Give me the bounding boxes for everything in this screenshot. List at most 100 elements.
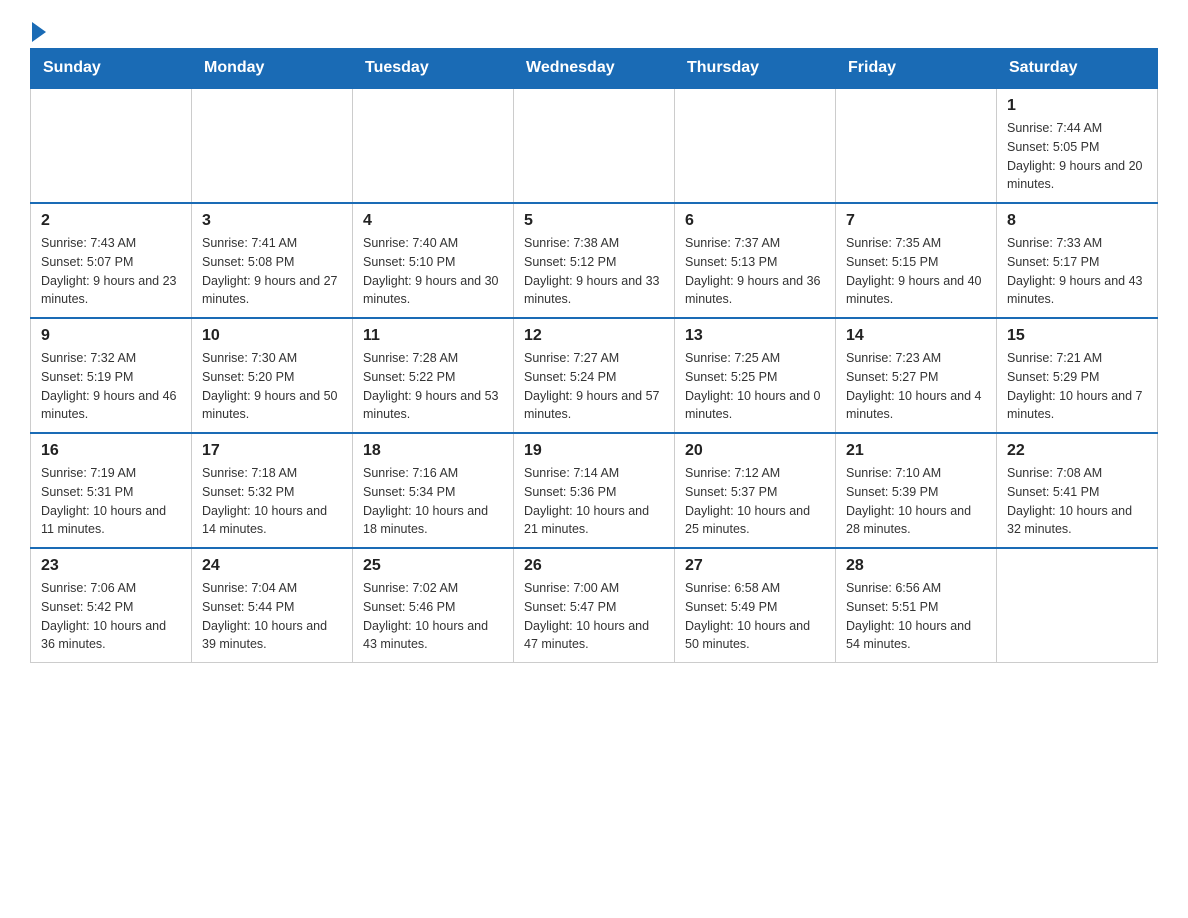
day-info: Sunrise: 7:08 AM Sunset: 5:41 PM Dayligh… xyxy=(1007,464,1147,539)
day-info: Sunrise: 7:12 AM Sunset: 5:37 PM Dayligh… xyxy=(685,464,825,539)
calendar-cell: 11 Sunrise: 7:28 AM Sunset: 5:22 PM Dayli… xyxy=(353,318,514,433)
calendar-cell xyxy=(997,548,1158,663)
calendar-cell xyxy=(675,88,836,203)
calendar-cell: 24 Sunrise: 7:04 AM Sunset: 5:44 PM Dayli… xyxy=(192,548,353,663)
day-number: 25 xyxy=(363,557,503,575)
day-info: Sunrise: 7:35 AM Sunset: 5:15 PM Dayligh… xyxy=(846,234,986,309)
day-info: Sunrise: 7:28 AM Sunset: 5:22 PM Dayligh… xyxy=(363,349,503,424)
day-info: Sunrise: 7:27 AM Sunset: 5:24 PM Dayligh… xyxy=(524,349,664,424)
day-info: Sunrise: 7:30 AM Sunset: 5:20 PM Dayligh… xyxy=(202,349,342,424)
day-number: 13 xyxy=(685,327,825,345)
calendar-cell: 5 Sunrise: 7:38 AM Sunset: 5:12 PM Daylig… xyxy=(514,203,675,318)
calendar-cell xyxy=(353,88,514,203)
day-number: 5 xyxy=(524,212,664,230)
day-info: Sunrise: 7:10 AM Sunset: 5:39 PM Dayligh… xyxy=(846,464,986,539)
day-info: Sunrise: 7:02 AM Sunset: 5:46 PM Dayligh… xyxy=(363,579,503,654)
day-number: 22 xyxy=(1007,442,1147,460)
day-info: Sunrise: 7:32 AM Sunset: 5:19 PM Dayligh… xyxy=(41,349,181,424)
day-number: 14 xyxy=(846,327,986,345)
page-header xyxy=(30,20,1158,38)
calendar-week-4: 23 Sunrise: 7:06 AM Sunset: 5:42 PM Dayli… xyxy=(31,548,1158,663)
calendar-cell: 23 Sunrise: 7:06 AM Sunset: 5:42 PM Dayli… xyxy=(31,548,192,663)
day-info: Sunrise: 7:33 AM Sunset: 5:17 PM Dayligh… xyxy=(1007,234,1147,309)
day-number: 19 xyxy=(524,442,664,460)
calendar-week-2: 9 Sunrise: 7:32 AM Sunset: 5:19 PM Daylig… xyxy=(31,318,1158,433)
header-row: SundayMondayTuesdayWednesdayThursdayFrid… xyxy=(31,49,1158,89)
calendar-cell: 6Sunrise: 7:37 AM Sunset: 5:13 PM Daylig… xyxy=(675,203,836,318)
calendar-cell: 1 Sunrise: 7:44 AM Sunset: 5:05 PM Daylig… xyxy=(997,88,1158,203)
calendar-cell: 19Sunrise: 7:14 AM Sunset: 5:36 PM Dayli… xyxy=(514,433,675,548)
day-number: 24 xyxy=(202,557,342,575)
day-number: 12 xyxy=(524,327,664,345)
calendar-cell: 7 Sunrise: 7:35 AM Sunset: 5:15 PM Daylig… xyxy=(836,203,997,318)
day-number: 20 xyxy=(685,442,825,460)
day-info: Sunrise: 7:18 AM Sunset: 5:32 PM Dayligh… xyxy=(202,464,342,539)
day-number: 21 xyxy=(846,442,986,460)
calendar-cell: 13 Sunrise: 7:25 AM Sunset: 5:25 PM Dayli… xyxy=(675,318,836,433)
calendar-cell: 17 Sunrise: 7:18 AM Sunset: 5:32 PM Dayli… xyxy=(192,433,353,548)
day-info: Sunrise: 7:43 AM Sunset: 5:07 PM Dayligh… xyxy=(41,234,181,309)
calendar-cell: 8 Sunrise: 7:33 AM Sunset: 5:17 PM Daylig… xyxy=(997,203,1158,318)
calendar-cell: 3Sunrise: 7:41 AM Sunset: 5:08 PM Daylig… xyxy=(192,203,353,318)
day-number: 26 xyxy=(524,557,664,575)
calendar-cell xyxy=(514,88,675,203)
day-info: Sunrise: 6:58 AM Sunset: 5:49 PM Dayligh… xyxy=(685,579,825,654)
calendar-cell: 21 Sunrise: 7:10 AM Sunset: 5:39 PM Dayli… xyxy=(836,433,997,548)
day-info: Sunrise: 7:44 AM Sunset: 5:05 PM Dayligh… xyxy=(1007,119,1147,194)
day-info: Sunrise: 7:38 AM Sunset: 5:12 PM Dayligh… xyxy=(524,234,664,309)
day-number: 15 xyxy=(1007,327,1147,345)
day-info: Sunrise: 7:04 AM Sunset: 5:44 PM Dayligh… xyxy=(202,579,342,654)
calendar-cell xyxy=(31,88,192,203)
calendar-week-3: 16Sunrise: 7:19 AM Sunset: 5:31 PM Dayli… xyxy=(31,433,1158,548)
calendar-cell: 12 Sunrise: 7:27 AM Sunset: 5:24 PM Dayli… xyxy=(514,318,675,433)
day-number: 2 xyxy=(41,212,181,230)
day-info: Sunrise: 7:21 AM Sunset: 5:29 PM Dayligh… xyxy=(1007,349,1147,424)
day-number: 27 xyxy=(685,557,825,575)
header-friday: Friday xyxy=(836,49,997,89)
calendar-cell: 15 Sunrise: 7:21 AM Sunset: 5:29 PM Dayli… xyxy=(997,318,1158,433)
day-number: 8 xyxy=(1007,212,1147,230)
day-number: 7 xyxy=(846,212,986,230)
header-saturday: Saturday xyxy=(997,49,1158,89)
day-number: 23 xyxy=(41,557,181,575)
day-number: 18 xyxy=(363,442,503,460)
day-info: Sunrise: 7:16 AM Sunset: 5:34 PM Dayligh… xyxy=(363,464,503,539)
calendar-cell: 4 Sunrise: 7:40 AM Sunset: 5:10 PM Daylig… xyxy=(353,203,514,318)
day-number: 9 xyxy=(41,327,181,345)
logo xyxy=(30,20,46,38)
header-wednesday: Wednesday xyxy=(514,49,675,89)
calendar-cell: 9 Sunrise: 7:32 AM Sunset: 5:19 PM Daylig… xyxy=(31,318,192,433)
calendar-cell: 10 Sunrise: 7:30 AM Sunset: 5:20 PM Dayli… xyxy=(192,318,353,433)
calendar-cell: 18 Sunrise: 7:16 AM Sunset: 5:34 PM Dayli… xyxy=(353,433,514,548)
calendar-cell: 20 Sunrise: 7:12 AM Sunset: 5:37 PM Dayli… xyxy=(675,433,836,548)
calendar-cell: 2 Sunrise: 7:43 AM Sunset: 5:07 PM Daylig… xyxy=(31,203,192,318)
header-tuesday: Tuesday xyxy=(353,49,514,89)
calendar-cell: 27 Sunrise: 6:58 AM Sunset: 5:49 PM Dayli… xyxy=(675,548,836,663)
day-number: 4 xyxy=(363,212,503,230)
day-info: Sunrise: 6:56 AM Sunset: 5:51 PM Dayligh… xyxy=(846,579,986,654)
calendar-cell: 22 Sunrise: 7:08 AM Sunset: 5:41 PM Dayli… xyxy=(997,433,1158,548)
day-number: 11 xyxy=(363,327,503,345)
calendar-header: SundayMondayTuesdayWednesdayThursdayFrid… xyxy=(31,49,1158,89)
day-info: Sunrise: 7:19 AM Sunset: 5:31 PM Dayligh… xyxy=(41,464,181,539)
day-number: 17 xyxy=(202,442,342,460)
calendar-cell: 25 Sunrise: 7:02 AM Sunset: 5:46 PM Dayli… xyxy=(353,548,514,663)
day-info: Sunrise: 7:25 AM Sunset: 5:25 PM Dayligh… xyxy=(685,349,825,424)
day-info: Sunrise: 7:41 AM Sunset: 5:08 PM Dayligh… xyxy=(202,234,342,309)
day-number: 28 xyxy=(846,557,986,575)
day-number: 1 xyxy=(1007,97,1147,115)
calendar-cell: 14 Sunrise: 7:23 AM Sunset: 5:27 PM Dayli… xyxy=(836,318,997,433)
calendar-cell: 28 Sunrise: 6:56 AM Sunset: 5:51 PM Dayli… xyxy=(836,548,997,663)
header-sunday: Sunday xyxy=(31,49,192,89)
calendar-cell xyxy=(836,88,997,203)
calendar-cell: 16Sunrise: 7:19 AM Sunset: 5:31 PM Dayli… xyxy=(31,433,192,548)
header-monday: Monday xyxy=(192,49,353,89)
calendar-cell: 26 Sunrise: 7:00 AM Sunset: 5:47 PM Dayli… xyxy=(514,548,675,663)
day-info: Sunrise: 7:40 AM Sunset: 5:10 PM Dayligh… xyxy=(363,234,503,309)
calendar-week-0: 1 Sunrise: 7:44 AM Sunset: 5:05 PM Daylig… xyxy=(31,88,1158,203)
calendar-cell xyxy=(192,88,353,203)
day-info: Sunrise: 7:23 AM Sunset: 5:27 PM Dayligh… xyxy=(846,349,986,424)
day-info: Sunrise: 7:06 AM Sunset: 5:42 PM Dayligh… xyxy=(41,579,181,654)
day-info: Sunrise: 7:00 AM Sunset: 5:47 PM Dayligh… xyxy=(524,579,664,654)
day-number: 10 xyxy=(202,327,342,345)
